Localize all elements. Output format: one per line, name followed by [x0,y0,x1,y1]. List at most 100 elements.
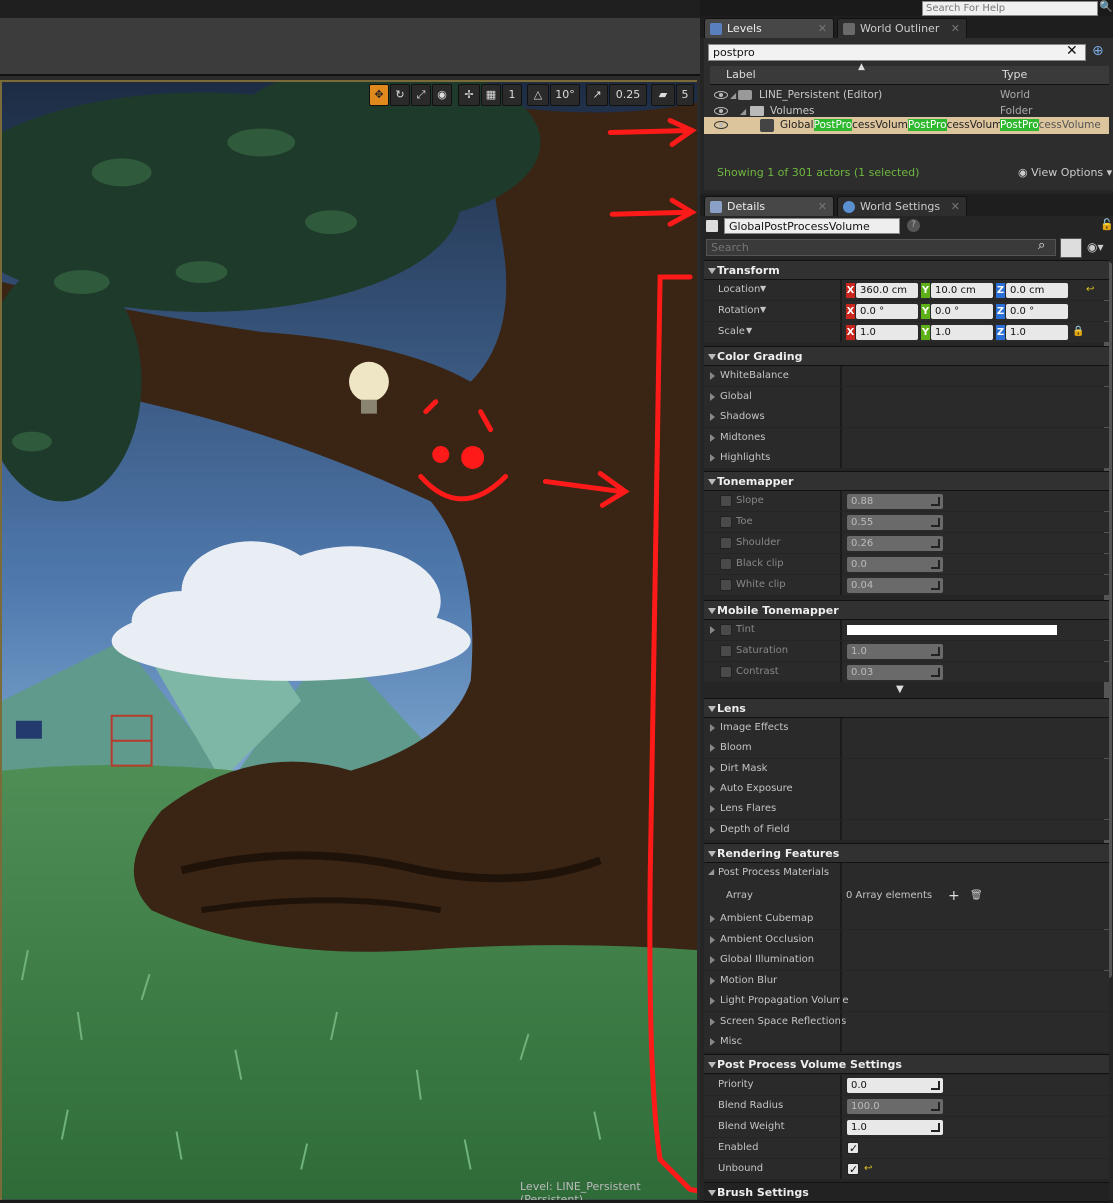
tonemapper-value-field[interactable]: 0.26 [847,536,943,551]
outliner-search-input[interactable] [708,44,1086,61]
category-mobile-tonemapper[interactable]: Mobile Tonemapper [704,600,1109,620]
tab-levels[interactable]: Levels ✕ [704,18,834,38]
chevron-down-icon[interactable]: ▼ [760,300,766,320]
lock-scale-icon[interactable]: 🔒 [1072,322,1084,342]
expand-arrow-icon[interactable] [710,744,715,753]
lens-item-label[interactable]: Dirt Mask [720,759,767,779]
category-transform[interactable]: Transform [704,260,1109,280]
location-x-field[interactable]: 360.0 cm [856,283,918,298]
property-matrix-button[interactable] [1060,238,1082,258]
details-search-input[interactable] [706,239,1056,256]
expand-arrow-icon[interactable] [710,997,715,1005]
scale-snap-icon[interactable]: ↗ [586,84,608,106]
location-label[interactable]: Location [718,280,760,300]
category-tonemapper[interactable]: Tonemapper [704,471,1109,491]
lens-item-label[interactable]: Lens Flares [720,799,776,819]
color-grading-item-label[interactable]: Global [720,387,752,407]
enabled-checkbox[interactable] [847,1139,859,1159]
expand-arrow-icon[interactable] [710,805,715,814]
level-viewport[interactable]: ✥ ↻ ⤢ ◉ ✢ ▦ 1 △ 10° ↗ 0.25 ▰ 5 Level: LI… [0,0,700,1200]
expand-arrow-icon[interactable] [710,1017,715,1026]
tonemapper-checkbox[interactable] [720,558,732,570]
visibility-eye-icon[interactable] [714,91,728,99]
tint-color-swatch[interactable] [847,625,1057,635]
close-icon[interactable]: ✕ [951,197,960,217]
tonemapper-checkbox[interactable] [720,579,732,591]
rotate-tool-button[interactable]: ↻ [390,84,410,106]
camera-speed-value[interactable]: 5 [676,84,694,106]
tonemapper-value-field[interactable]: 0.55 [847,515,943,530]
location-z-field[interactable]: 0.0 cm [1006,283,1068,298]
chevron-down-icon[interactable]: ▼ [760,279,766,299]
ppv-setting-value-field[interactable]: 1.0 [847,1120,943,1135]
tonemapper-value-field[interactable]: 0.0 [847,557,943,572]
rendering-item-label[interactable]: Misc [720,1032,742,1052]
tonemapper-value-field[interactable]: 0.88 [847,494,943,509]
rendering-item-label[interactable]: Ambient Cubemap [720,909,813,929]
rendering-item-label[interactable]: Screen Space Reflections [720,1012,846,1032]
expand-arrow-icon[interactable] [710,413,715,421]
help-search-icon[interactable]: 🔍 [1099,0,1113,17]
rendering-item-label[interactable]: Global Illumination [720,950,814,970]
color-grading-item-label[interactable]: Shadows [720,407,765,427]
tab-world-settings[interactable]: World Settings ✕ [837,196,967,216]
clear-search-icon[interactable]: ✕ [1066,43,1078,59]
tonemapper-checkbox[interactable] [720,516,732,528]
expand-arrow-icon[interactable] [710,433,715,442]
col-label[interactable]: Label [726,68,756,81]
scale-tool-button[interactable]: ⤢ [411,84,431,106]
expand-arrow-icon[interactable] [710,392,715,401]
help-search-input[interactable] [922,1,1098,16]
surface-snap-button[interactable]: ✢ [458,84,480,106]
scale-z-field[interactable]: 1.0 [1006,325,1068,340]
rotation-snap-value[interactable]: 10° [550,84,580,106]
tonemapper-checkbox[interactable] [720,537,732,549]
rotation-snap-icon[interactable]: △ [527,84,549,106]
rotation-label[interactable]: Rotation [718,301,760,321]
view-options-button[interactable]: ◉ View Options ▾ [1018,166,1112,179]
outliner-row-selected[interactable]: GlobalPostProcessVolumPostProcessVolume … [704,117,1109,134]
expand-arrow-icon[interactable] [710,764,715,773]
expand-arrow-icon[interactable] [710,1038,715,1046]
close-icon[interactable]: ✕ [951,19,960,39]
actor-name-field[interactable] [724,218,900,234]
lens-item-label[interactable]: Auto Exposure [720,779,793,799]
lens-item-label[interactable]: Bloom [720,738,752,758]
location-y-field[interactable]: 10.0 cm [931,283,993,298]
reset-to-default-icon[interactable]: ↩ [864,1159,872,1179]
lens-item-label[interactable]: Image Effects [720,718,789,738]
category-brush-settings[interactable]: Brush Settings [704,1182,1109,1202]
tab-details[interactable]: Details ✕ [704,196,834,216]
visibility-eye-icon[interactable] [714,107,728,115]
advanced-expand-icon[interactable]: ▼ [896,684,904,695]
tab-world-outliner[interactable]: World Outliner ✕ [837,18,967,38]
mobile-tonemapper-checkbox[interactable] [720,645,732,657]
color-grading-item-label[interactable]: Highlights [720,448,770,468]
tonemapper-checkbox[interactable] [720,495,732,507]
scale-label[interactable]: Scale [718,322,745,342]
category-ppv-settings[interactable]: Post Process Volume Settings [704,1054,1109,1074]
mobile-tonemapper-checkbox[interactable] [720,666,732,678]
expand-arrow-icon[interactable] [710,915,715,923]
category-rendering-features[interactable]: Rendering Features [704,843,1109,863]
reset-to-default-icon[interactable]: ↩ [1086,280,1094,300]
expand-arrow-icon[interactable] [710,724,715,732]
rotation-x-field[interactable]: 0.0 ° [856,304,918,319]
trash-icon[interactable]: 🗑 [970,883,983,909]
eye-options-icon[interactable]: ◉▾ [1087,240,1104,254]
color-grading-item-label[interactable]: Midtones [720,428,766,448]
mobile-tonemapper-value-field[interactable]: 0.03 [847,665,943,680]
grid-snap-value[interactable]: 1 [502,84,522,106]
world-local-button[interactable]: ◉ [432,84,452,106]
rendering-item-label[interactable]: Ambient Occlusion [720,930,814,950]
add-filter-icon[interactable]: ⊕ [1092,43,1108,59]
add-element-icon[interactable]: + [948,883,960,909]
category-lens[interactable]: Lens [704,698,1109,718]
expand-arrow-icon[interactable] [710,372,715,380]
expand-arrow-icon[interactable] [710,784,715,793]
ppv-setting-value-field[interactable]: 0.0 [847,1078,943,1093]
unbound-checkbox[interactable] [847,1160,859,1180]
col-type[interactable]: Type [1002,68,1027,81]
rotation-y-field[interactable]: 0.0 ° [931,304,993,319]
help-icon[interactable]: ? [907,219,920,232]
